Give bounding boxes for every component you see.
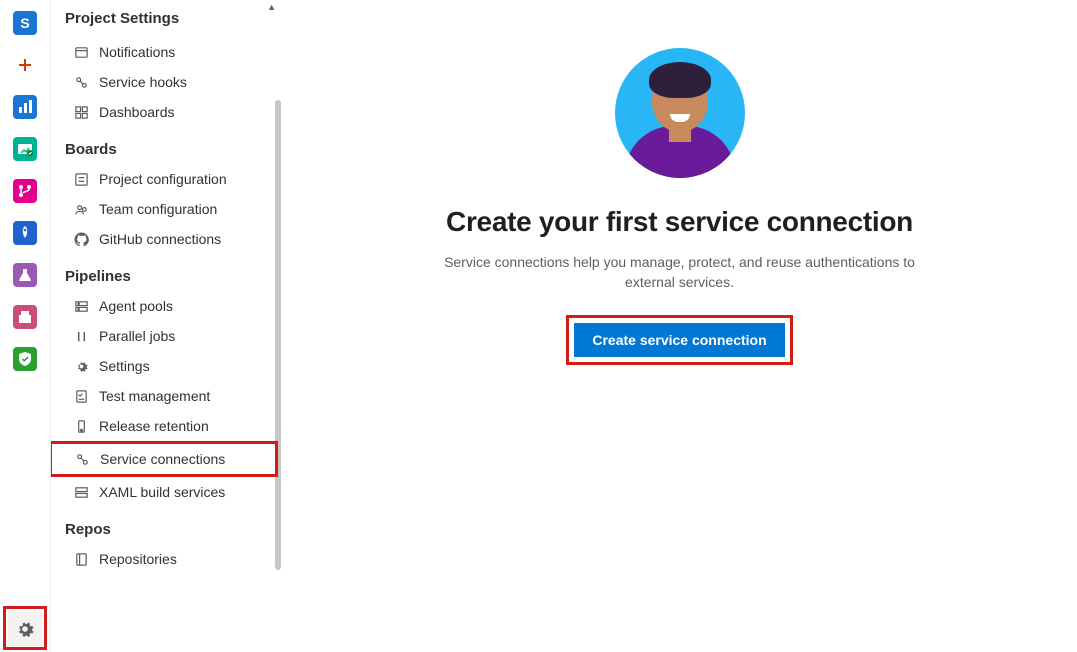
- artifacts-icon: [13, 305, 37, 329]
- rail-pipelines[interactable]: [8, 216, 42, 250]
- menu-label: Team configuration: [99, 201, 217, 217]
- section-heading-pipelines: Pipelines: [51, 254, 282, 291]
- menu-label: Parallel jobs: [99, 328, 175, 344]
- menu-label: Release retention: [99, 418, 209, 434]
- menu-github-connections[interactable]: GitHub connections: [51, 224, 282, 254]
- release-retention-icon: [73, 418, 89, 434]
- settings-sidebar: ▲ Project Settings Notifications Service…: [50, 0, 282, 652]
- menu-label: Service connections: [100, 451, 225, 467]
- service-connections-highlight: Service connections: [50, 441, 278, 477]
- test-management-icon: [73, 388, 89, 404]
- menu-pipeline-settings[interactable]: Settings: [51, 351, 282, 381]
- menu-project-configuration[interactable]: Project configuration: [51, 164, 282, 194]
- menu-label: GitHub connections: [99, 231, 221, 247]
- rail-repos[interactable]: [8, 174, 42, 208]
- section-heading-repos: Repos: [51, 507, 282, 544]
- rail-compliance[interactable]: [8, 342, 42, 376]
- menu-label: XAML build services: [99, 484, 225, 500]
- xaml-icon: [73, 484, 89, 500]
- menu-service-hooks[interactable]: Service hooks: [51, 67, 282, 97]
- menu-parallel-jobs[interactable]: Parallel jobs: [51, 321, 282, 351]
- repos-icon: [13, 179, 37, 203]
- menu-service-connections[interactable]: Service connections: [52, 444, 275, 474]
- menu-label: Project configuration: [99, 171, 227, 187]
- menu-dashboards[interactable]: Dashboards: [51, 97, 282, 127]
- menu-label: Notifications: [99, 44, 175, 60]
- menu-notifications[interactable]: Notifications: [51, 37, 282, 67]
- sidebar-scrollbar[interactable]: [275, 100, 281, 570]
- menu-label: Test management: [99, 388, 210, 404]
- main-content: Create your first service connection Ser…: [282, 0, 1077, 652]
- menu-release-retention[interactable]: Release retention: [51, 411, 282, 441]
- pipelines-icon: [13, 221, 37, 245]
- menu-agent-pools[interactable]: Agent pools: [51, 291, 282, 321]
- github-icon: [73, 231, 89, 247]
- empty-state-avatar: [615, 48, 745, 178]
- cta-highlight-box: Create service connection: [566, 315, 792, 365]
- rail-settings[interactable]: [8, 612, 42, 646]
- agent-pools-icon: [73, 298, 89, 314]
- rail-overview[interactable]: [8, 90, 42, 124]
- service-connections-icon: [74, 451, 90, 467]
- menu-xaml-build-services[interactable]: XAML build services: [51, 477, 282, 507]
- testplans-icon: [13, 263, 37, 287]
- section-heading-boards: Boards: [51, 127, 282, 164]
- rail-testplans[interactable]: [8, 258, 42, 292]
- rail-artifacts[interactable]: [8, 300, 42, 334]
- menu-team-configuration[interactable]: Team configuration: [51, 194, 282, 224]
- menu-label: Settings: [99, 358, 150, 374]
- dashboards-icon: [73, 104, 89, 120]
- menu-test-management[interactable]: Test management: [51, 381, 282, 411]
- gear-icon: [16, 620, 34, 638]
- notifications-icon: [73, 44, 89, 60]
- project-config-icon: [73, 171, 89, 187]
- left-rail: S: [0, 0, 50, 652]
- empty-state-subtitle: Service connections help you manage, pro…: [420, 252, 940, 293]
- sidebar-title: Project Settings: [51, 4, 282, 37]
- chart-icon: [13, 95, 37, 119]
- project-icon: S: [13, 11, 37, 35]
- menu-label: Dashboards: [99, 104, 175, 120]
- service-hooks-icon: [73, 74, 89, 90]
- repositories-icon: [73, 551, 89, 567]
- team-config-icon: [73, 201, 89, 217]
- scroll-up-arrow[interactable]: ▲: [267, 2, 276, 12]
- rail-new[interactable]: [8, 48, 42, 82]
- boards-icon: [13, 137, 37, 161]
- menu-label: Service hooks: [99, 74, 187, 90]
- rail-project[interactable]: S: [8, 6, 42, 40]
- settings-icon: [73, 358, 89, 374]
- menu-label: Repositories: [99, 551, 177, 567]
- menu-repositories[interactable]: Repositories: [51, 544, 282, 574]
- shield-icon: [13, 347, 37, 371]
- rail-boards[interactable]: [8, 132, 42, 166]
- empty-state-title: Create your first service connection: [446, 206, 913, 238]
- project-letter: S: [20, 15, 29, 31]
- create-service-connection-button[interactable]: Create service connection: [574, 323, 784, 357]
- parallel-jobs-icon: [73, 328, 89, 344]
- menu-label: Agent pools: [99, 298, 173, 314]
- plus-icon: [13, 53, 37, 77]
